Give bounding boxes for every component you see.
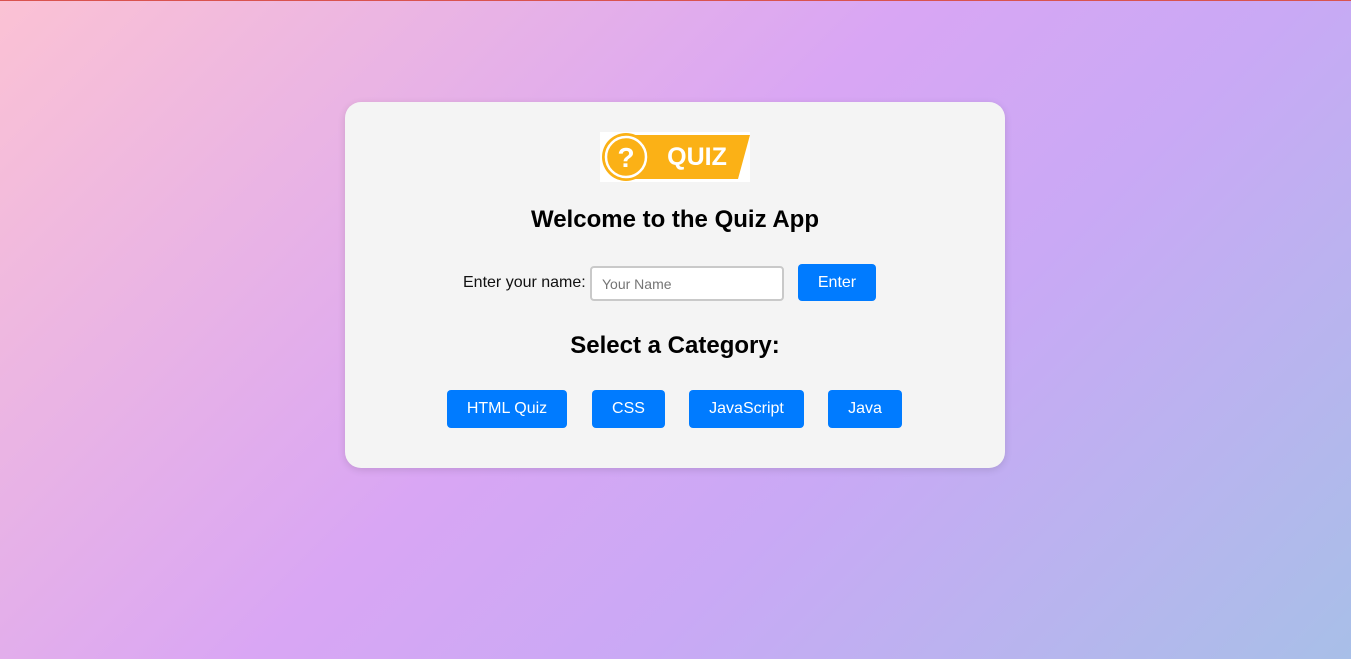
name-form: Enter your name: Enter	[345, 264, 1005, 302]
category-button-html[interactable]: HTML Quiz	[447, 390, 567, 428]
enter-button[interactable]: Enter	[798, 264, 876, 301]
question-mark-icon: ?	[617, 142, 634, 173]
name-input[interactable]	[590, 266, 784, 301]
name-label: Enter your name:	[463, 274, 586, 291]
page-title: Welcome to the Quiz App	[530, 206, 819, 233]
category-button-css[interactable]: CSS	[592, 390, 665, 428]
category-button-javascript[interactable]: JavaScript	[689, 390, 804, 428]
quiz-logo: ? QUIZ	[600, 132, 750, 182]
top-border-line	[0, 0, 1351, 1]
category-list: HTML Quiz CSS JavaScript Java	[345, 390, 1005, 428]
category-button-java[interactable]: Java	[828, 390, 902, 428]
category-heading: Select a Category:	[570, 332, 780, 359]
logo-text: QUIZ	[667, 143, 727, 171]
quiz-start-card: ? QUIZ Welcome to the Quiz App Enter you…	[345, 102, 1005, 468]
